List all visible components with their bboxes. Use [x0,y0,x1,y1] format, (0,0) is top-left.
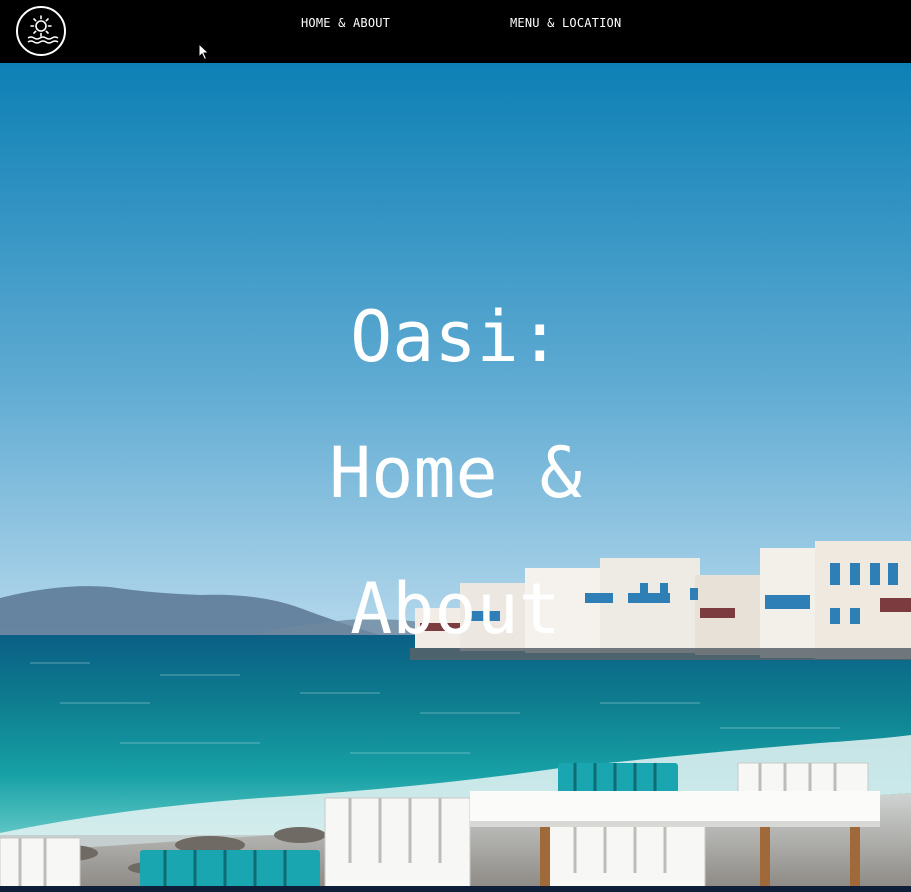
bottom-strip [0,886,911,892]
nav-link-home-about[interactable]: HOME & ABOUT [301,16,390,30]
sun-over-waves-icon[interactable] [15,5,67,57]
hero-section: Oasi: Home & About [0,63,911,888]
top-nav-bar: HOME & ABOUT MENU & LOCATION [0,0,911,63]
hero-title-line-2: Home & [329,432,582,514]
hero-title: Oasi: Home & About [0,269,911,677]
mouse-cursor-icon [198,42,210,61]
hero-title-line-1: Oasi: [350,296,561,378]
nav-link-menu-location[interactable]: MENU & LOCATION [510,16,621,30]
hero-title-line-3: About [350,568,561,650]
